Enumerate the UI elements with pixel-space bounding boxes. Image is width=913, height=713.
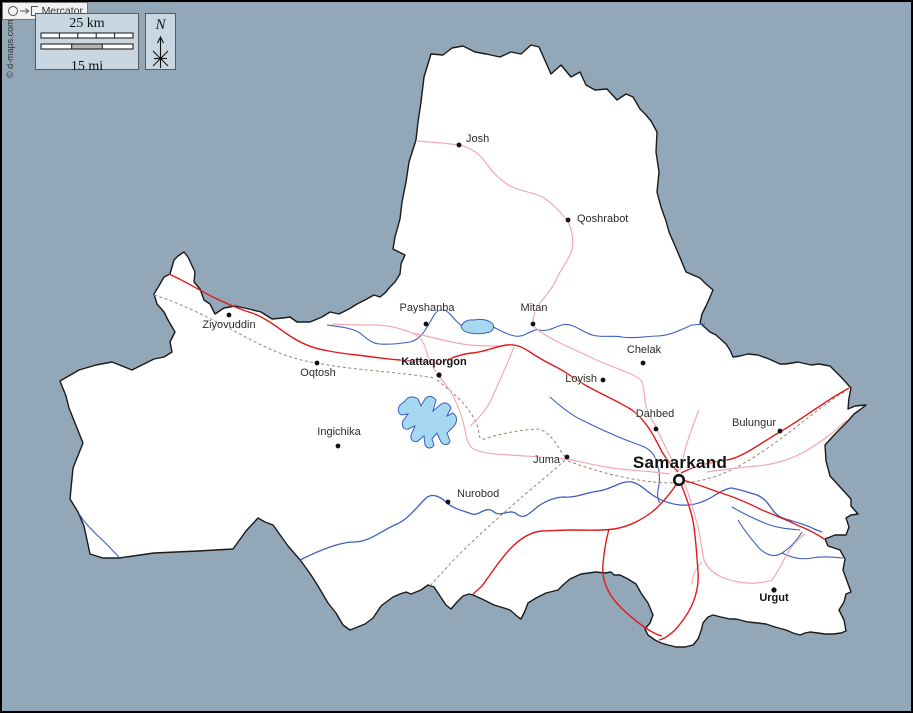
city-label-bulungur: Bulungur (732, 417, 776, 429)
city-label-dahbed: Dahbed (636, 408, 675, 420)
capital-ring-samarkand (674, 475, 684, 485)
city-dot-bulungur (778, 429, 783, 434)
city-label-mitan: Mitan (521, 302, 548, 314)
city-dot-ingichika (336, 444, 341, 449)
city-dot-loyish (601, 378, 606, 383)
city-label-loyish: Loyish (565, 373, 597, 385)
city-dot-juma (565, 455, 570, 460)
city-label-urgut: Urgut (759, 592, 788, 604)
city-label-nurobod: Nurobod (457, 488, 499, 500)
city-dot-kattaqorgon (436, 372, 441, 377)
north-label: N (146, 17, 175, 34)
city-dot-chelak (641, 361, 646, 366)
city-label-samarkand: Samarkand (633, 457, 727, 469)
city-dot-qoshrabot (566, 218, 571, 223)
city-dot-nurobod (446, 500, 451, 505)
city-label-qoshrabot: Qoshrabot (577, 213, 628, 225)
city-label-josh: Josh (466, 133, 489, 145)
city-dot-josh (457, 143, 462, 148)
city-label-payshanba: Payshanba (399, 302, 454, 314)
city-label-kattaqorgon: Kattaqorgon (401, 356, 466, 368)
city-label-oqtosh: Oqtosh (300, 367, 335, 379)
city-dot-oqtosh (315, 361, 320, 366)
region-shape (60, 45, 866, 647)
copyright-text: © d-maps.com (5, 8, 15, 78)
city-dot-dahbed (654, 427, 659, 432)
lake-payshanba (461, 319, 494, 333)
scale-mi-label: 15 mi (36, 59, 138, 74)
north-arrow-box: N (145, 13, 176, 70)
city-dot-ziyovuddin (227, 313, 232, 318)
north-arrow-icon (146, 34, 175, 70)
city-label-juma: Juma (533, 454, 560, 466)
scale-km-label: 25 km (36, 16, 138, 31)
scale-bar-graphic (36, 31, 138, 53)
city-dot-mitan (531, 322, 536, 327)
scale-bar-box: 25 km 15 mi (35, 13, 139, 70)
city-dot-payshanba (424, 322, 429, 327)
map-canvas: Josh Qoshrabot Ziyovuddin Payshanba Mita… (0, 0, 913, 713)
city-label-ziyovuddin: Ziyovuddin (202, 319, 255, 331)
city-label-chelak: Chelak (627, 344, 661, 356)
city-label-ingichika: Ingichika (317, 426, 360, 438)
